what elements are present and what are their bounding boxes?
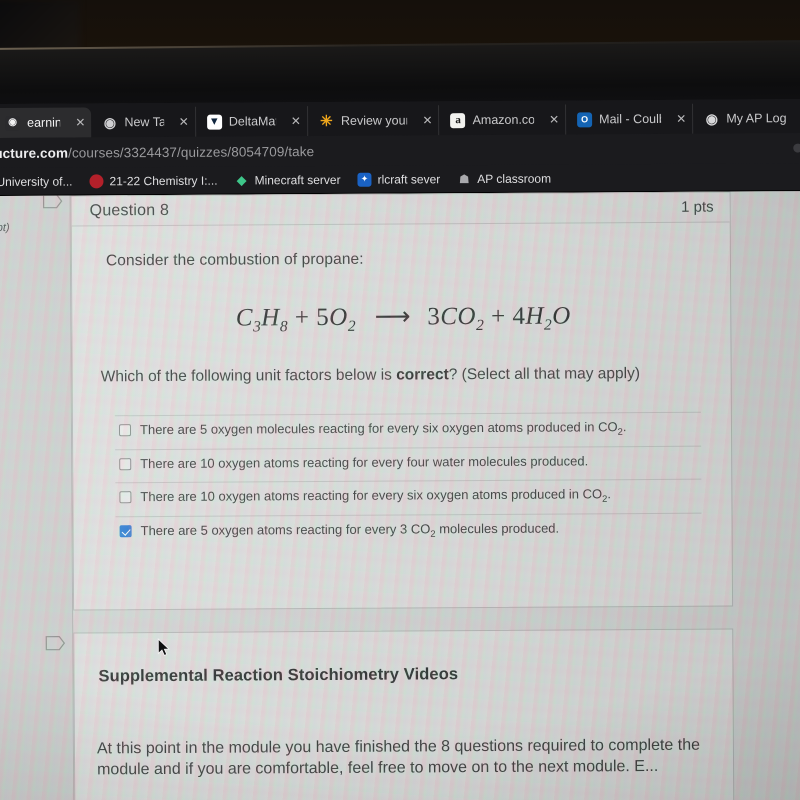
tab-deltamath[interactable]: ▼ DeltaMath ✕: [195, 106, 309, 137]
address-bar[interactable]: ucture.com/courses/3324437/quizzes/80547…: [0, 133, 800, 168]
photographed-scene: ◉ earning ✕ ◉ New Tab ✕ ▼ DeltaMath ✕ ✳ …: [0, 0, 800, 800]
question-prompt: Which of the following unit factors belo…: [101, 364, 679, 387]
tab-amazon[interactable]: a Amazon.com ✕: [439, 104, 567, 136]
review-icon: ✳: [320, 112, 333, 130]
learning-icon: ◉: [5, 115, 21, 131]
quiz-sidebar: pt): [0, 195, 75, 800]
question-points: 1 pts: [681, 198, 714, 216]
apclassroom-icon: ☗: [458, 171, 470, 186]
bookmark-label: University of...: [0, 174, 73, 189]
equation-reactant-oxygen: 5O2: [316, 303, 357, 335]
bookmark-university-of[interactable]: University of...: [0, 174, 73, 188]
bookmark-minecraft-server[interactable]: ◆ Minecraft server: [235, 172, 341, 187]
tab-label: Amazon.com: [472, 112, 535, 128]
tab-label: My AP Login: [726, 111, 787, 126]
answer-option-2[interactable]: There are 10 oxygen atoms reacting for e…: [115, 446, 702, 484]
page-title: Question 8: [89, 201, 170, 219]
bookmark-label: rlcraft sever: [377, 171, 441, 187]
answer-checkbox[interactable]: [118, 423, 132, 437]
bookmark-ap-classroom[interactable]: ☗ AP classroom: [457, 171, 551, 186]
answer-checkbox-checked[interactable]: [119, 525, 132, 538]
tab-label: New Tab: [124, 114, 164, 130]
answer-label: There are 10 oxygen atoms reacting for e…: [140, 453, 589, 471]
rlcraft-icon: ✦: [357, 172, 372, 187]
question-lead-text: Consider the combustion of propane:: [105, 250, 364, 270]
bookmark-rlcraft-sever[interactable]: ✦ rlcraft sever: [357, 171, 441, 187]
sidebar-text-fragment: pt): [0, 221, 10, 234]
tab-close-icon[interactable]: ✕: [549, 113, 559, 127]
tab-close-icon[interactable]: ✕: [75, 115, 85, 129]
answer-label: There are 5 oxygen molecules reacting fo…: [139, 418, 627, 437]
url-text: ucture.com/courses/3324437/quizzes/80547…: [0, 144, 314, 161]
bookmark-label: 21-22 Chemistry I:...: [109, 173, 218, 188]
answer-checkbox[interactable]: [119, 491, 132, 504]
tab-label: DeltaMath: [228, 114, 276, 129]
equation-plus-2: +: [490, 302, 506, 330]
omnibar-menu-icon[interactable]: [793, 143, 800, 153]
tab-close-icon[interactable]: ✕: [422, 113, 432, 127]
tab-close-icon[interactable]: ✕: [676, 112, 686, 126]
tab-mail[interactable]: O Mail - Coulbo ✕: [566, 103, 694, 135]
question-header: Question 8 1 pts: [71, 192, 730, 227]
mouse-cursor: [157, 637, 171, 657]
tab-strip: ◉ earning ✕ ◉ New Tab ✕ ▼ DeltaMath ✕ ✳ …: [0, 99, 800, 138]
deltamath-icon: ▼: [206, 114, 222, 130]
supplemental-videos-card: Supplemental Reaction Stoichiometry Vide…: [73, 628, 735, 800]
tab-close-icon[interactable]: ✕: [179, 115, 189, 129]
tab-label: Mail - Coulbo: [599, 111, 662, 127]
answer-option-4[interactable]: There are 5 oxygen atoms reacting for ev…: [116, 514, 702, 550]
videos-title: Supplemental Reaction Stoichiometry Vide…: [98, 665, 459, 686]
tab-label: Review your c: [340, 113, 408, 128]
answer-option-1[interactable]: There are 5 oxygen molecules reacting fo…: [114, 411, 702, 450]
bookmark-label: AP classroom: [477, 171, 552, 186]
collegeboard-icon: ◉: [705, 110, 718, 127]
answer-label: There are 5 oxygen atoms reacting for ev…: [140, 520, 560, 540]
prompt-emphasis: correct: [396, 366, 449, 384]
question-body: Consider the combustion of propane: C3H8…: [72, 223, 732, 551]
url-domain: ucture.com: [0, 145, 69, 161]
answer-label: There are 10 oxygen atoms reacting for e…: [140, 486, 612, 505]
videos-flag-icon[interactable]: [45, 636, 66, 651]
tab-new-tab[interactable]: ◉ New Tab ✕: [91, 106, 196, 138]
prompt-text-b: ? (Select all that may apply): [448, 365, 641, 384]
answer-checkbox[interactable]: [119, 457, 132, 470]
newtab-icon: ◉: [103, 114, 117, 131]
equation-product-co2: 3CO2: [427, 303, 485, 335]
chemical-equation: C3H8 + 5O2 ⟶ 3CO2 + 4H2O: [106, 300, 700, 338]
equation-arrow: ⟶: [374, 303, 409, 331]
equation-reactant-propane: C3H8: [235, 304, 289, 336]
tab-my-ap-login[interactable]: ◉ My AP Login: [693, 103, 800, 134]
answer-option-3[interactable]: There are 10 oxygen atoms reacting for e…: [115, 480, 702, 518]
url-path: /courses/3324437/quizzes/8054709/take: [68, 143, 315, 161]
answer-list: There are 5 oxygen molecules reacting fo…: [107, 411, 702, 551]
bookmark-chemistry[interactable]: 21-22 Chemistry I:...: [89, 173, 218, 188]
tab-close-icon[interactable]: ✕: [291, 114, 301, 128]
prompt-text-a: Which of the following unit factors belo…: [100, 366, 397, 386]
quiz-content: Question 8 1 pts Consider the combustion…: [42, 191, 800, 800]
tab-learning[interactable]: ◉ earning ✕: [0, 107, 92, 138]
tab-review[interactable]: ✳ Review your c ✕: [307, 105, 440, 137]
minecraft-icon: ◆: [236, 172, 247, 188]
browser-window: ◉ earning ✕ ◉ New Tab ✕ ▼ DeltaMath ✕ ✳ …: [0, 99, 800, 800]
outlook-mail-icon: O: [577, 111, 593, 127]
question-flag-icon[interactable]: [42, 194, 63, 209]
videos-body-text: At this point in the module you have fin…: [96, 736, 701, 779]
bookmark-label: Minecraft server: [254, 172, 341, 187]
equation-plus: +: [294, 304, 310, 332]
chemistry-icon: [89, 173, 104, 188]
quiz-page: pt) Question 8 1 pts Consider the combus…: [0, 191, 800, 800]
amazon-icon: a: [450, 112, 466, 128]
equation-product-water: 4H2O: [512, 302, 571, 334]
tab-label: earning: [27, 115, 61, 130]
question-card: Question 8 1 pts Consider the combustion…: [70, 191, 734, 611]
